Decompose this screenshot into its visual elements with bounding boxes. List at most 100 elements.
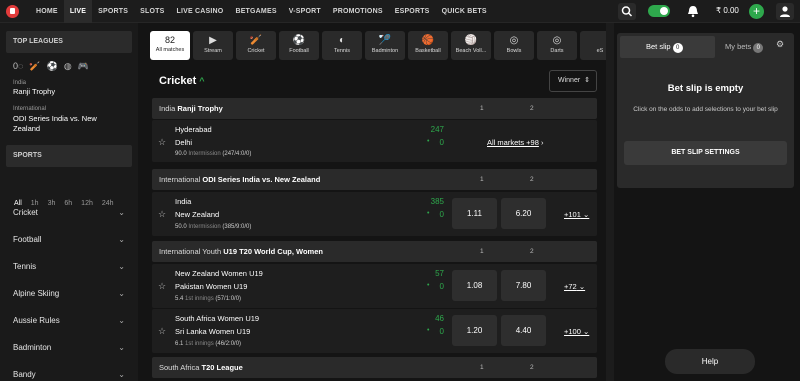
- darts-icon: ◎: [552, 35, 562, 46]
- nav-live[interactable]: LIVE: [63, 0, 93, 23]
- basketball-icon: 🏀: [421, 35, 435, 46]
- search-icon: [621, 6, 633, 17]
- star-icon[interactable]: ☆: [158, 281, 166, 292]
- gamepad-icon[interactable]: 🎮: [78, 61, 89, 72]
- sport-item-aussie-rules[interactable]: Aussie Rules ⌄: [13, 316, 125, 325]
- team-away: Delhi: [175, 138, 193, 147]
- score-away: 0: [439, 138, 444, 147]
- basketball-icon[interactable]: ◍: [64, 61, 72, 72]
- event-row[interactable]: ☆ Hyderabad Delhi 247 • 0 90.0 Intermiss…: [152, 120, 597, 162]
- sports-header: SPORTS: [6, 145, 132, 167]
- time-filter-3h[interactable]: 3h: [48, 200, 56, 207]
- market-select[interactable]: Winner ⇕: [549, 70, 597, 92]
- team-home: Hyderabad: [175, 125, 212, 134]
- football-icon[interactable]: ⚽: [47, 61, 58, 72]
- category-cricket[interactable]: 🏏 Cricket: [236, 31, 276, 60]
- odd-button-1[interactable]: 1.11: [452, 198, 497, 229]
- nav-slots[interactable]: SLOTS: [134, 0, 170, 23]
- category-football[interactable]: ⚽ Football: [279, 31, 319, 60]
- odd-button-2[interactable]: 6.20: [501, 198, 546, 229]
- team-away: Pakistan Women U19: [175, 282, 248, 291]
- deposit-button[interactable]: +: [749, 4, 764, 19]
- notifications-button[interactable]: [684, 3, 702, 20]
- category-badminton[interactable]: 🏸 Badminton: [365, 31, 405, 60]
- sport-item-football[interactable]: Football ⌄: [13, 235, 125, 244]
- tab-my-bets[interactable]: My bets 0: [715, 36, 770, 58]
- sport-item-cricket[interactable]: Cricket ⌄: [13, 208, 125, 217]
- search-button[interactable]: [618, 3, 636, 20]
- top-league-ranji-trophy[interactable]: Ranji Trophy: [13, 87, 123, 97]
- more-markets-link[interactable]: +100 ⌄: [564, 327, 589, 336]
- nav-promotions[interactable]: PROMOTIONS: [327, 0, 389, 23]
- time-filter-6h[interactable]: 6h: [64, 200, 72, 207]
- tab-bet-slip[interactable]: Bet slip 0: [620, 36, 715, 58]
- score-home: 247: [430, 125, 444, 134]
- nav-live-casino[interactable]: LIVE CASINO: [171, 0, 230, 23]
- team-home: South Africa Women U19: [175, 314, 260, 323]
- more-markets-link[interactable]: +101 ⌄: [564, 210, 589, 219]
- star-icon[interactable]: ☆: [158, 209, 166, 220]
- category-basketball[interactable]: 🏀 Basketball: [408, 31, 448, 60]
- league-header[interactable]: International Youth U19 T20 World Cup, W…: [152, 241, 597, 262]
- more-markets-link[interactable]: +72 ⌄: [564, 282, 585, 291]
- sidebar: TOP LEAGUES 0◌ 🏏 ⚽ ◍ 🎮 India Ranji Troph…: [0, 23, 138, 381]
- category-darts[interactable]: ◎ Darts: [537, 31, 577, 60]
- odd-button-1[interactable]: 1.08: [452, 270, 497, 301]
- play-icon: ▶: [209, 35, 217, 46]
- star-icon[interactable]: ☆: [158, 326, 166, 337]
- category-bowls[interactable]: ◎ Bowls: [494, 31, 534, 60]
- league-header[interactable]: International ODI Series India vs. New Z…: [152, 169, 597, 190]
- nav-betgames[interactable]: BETGAMES: [229, 0, 282, 23]
- chevron-down-icon: ⌄: [118, 370, 125, 379]
- category-esports[interactable]: eS: [580, 31, 606, 60]
- time-filter-1h[interactable]: 1h: [31, 200, 39, 207]
- sport-item-badminton[interactable]: Badminton ⌄: [13, 343, 125, 352]
- account-button[interactable]: [776, 3, 794, 20]
- match-info: 50.0 Intermission (385/9:0/0): [175, 224, 252, 230]
- time-filter-12h[interactable]: 12h: [81, 200, 93, 207]
- league-header[interactable]: India Ranji Trophy 12: [152, 98, 597, 119]
- time-filter-24h[interactable]: 24h: [102, 200, 114, 207]
- sport-item-tennis[interactable]: Tennis ⌄: [13, 262, 125, 271]
- sport-item-bandy[interactable]: Bandy ⌄: [13, 370, 125, 379]
- time-filter-all[interactable]: All: [14, 200, 22, 207]
- league-header[interactable]: South Africa T20 League 12: [152, 357, 597, 378]
- league-group: International: [13, 106, 47, 112]
- help-button[interactable]: Help: [665, 349, 755, 374]
- live-count[interactable]: 0◌: [13, 61, 23, 72]
- section-title[interactable]: Cricket ^: [159, 75, 205, 87]
- tennis-icon: ◐: [338, 35, 346, 46]
- empty-title: Bet slip is empty: [667, 83, 744, 94]
- nav-home[interactable]: HOME: [30, 0, 64, 23]
- star-icon[interactable]: ☆: [158, 137, 166, 148]
- all-markets-link[interactable]: All markets +98 ›: [487, 138, 544, 147]
- team-away: New Zealand: [175, 210, 220, 219]
- odd-button-1[interactable]: 1.20: [452, 315, 497, 346]
- event-row[interactable]: ☆ India New Zealand 385 • 0 50.0 Intermi…: [152, 192, 597, 236]
- category-beach-volleyball[interactable]: 🏐 Beach Voll...: [451, 31, 491, 60]
- theme-toggle[interactable]: [648, 5, 670, 17]
- gear-icon[interactable]: ⚙: [776, 39, 784, 50]
- sport-item-alpine-skiing[interactable]: Alpine Skiing ⌄: [13, 289, 125, 298]
- chevron-down-icon: ⌄: [118, 262, 125, 271]
- category-all-matches[interactable]: 82 All matches: [150, 31, 190, 60]
- scrollbar[interactable]: [606, 23, 614, 381]
- category-stream[interactable]: ▶ Stream: [193, 31, 233, 60]
- balance[interactable]: ₹ 0.00: [716, 6, 739, 15]
- nav-quick-bets[interactable]: QUICK BETS: [436, 0, 493, 23]
- cricket-icon[interactable]: 🏏: [29, 61, 40, 72]
- sort-icon: ⇕: [584, 77, 590, 84]
- event-row[interactable]: ☆ South Africa Women U19 Sri Lanka Women…: [152, 309, 597, 353]
- category-tennis[interactable]: ◐ Tennis: [322, 31, 362, 60]
- score-away: 0: [439, 282, 444, 291]
- odd-button-2[interactable]: 4.40: [501, 315, 546, 346]
- nav-sports[interactable]: SPORTS: [92, 0, 134, 23]
- event-row[interactable]: ☆ New Zealand Women U19 Pakistan Women U…: [152, 264, 597, 308]
- top-leagues-header: TOP LEAGUES: [6, 31, 132, 53]
- nav-v-sport[interactable]: V-SPORT: [283, 0, 327, 23]
- odd-button-2[interactable]: 7.80: [501, 270, 546, 301]
- bet-slip-settings-button[interactable]: BET SLIP SETTINGS: [624, 141, 787, 165]
- top-league-odi-series[interactable]: ODI Series India vs. New Zealand: [13, 114, 123, 134]
- nav-esports[interactable]: ESPORTS: [389, 0, 436, 23]
- logo[interactable]: [6, 5, 19, 18]
